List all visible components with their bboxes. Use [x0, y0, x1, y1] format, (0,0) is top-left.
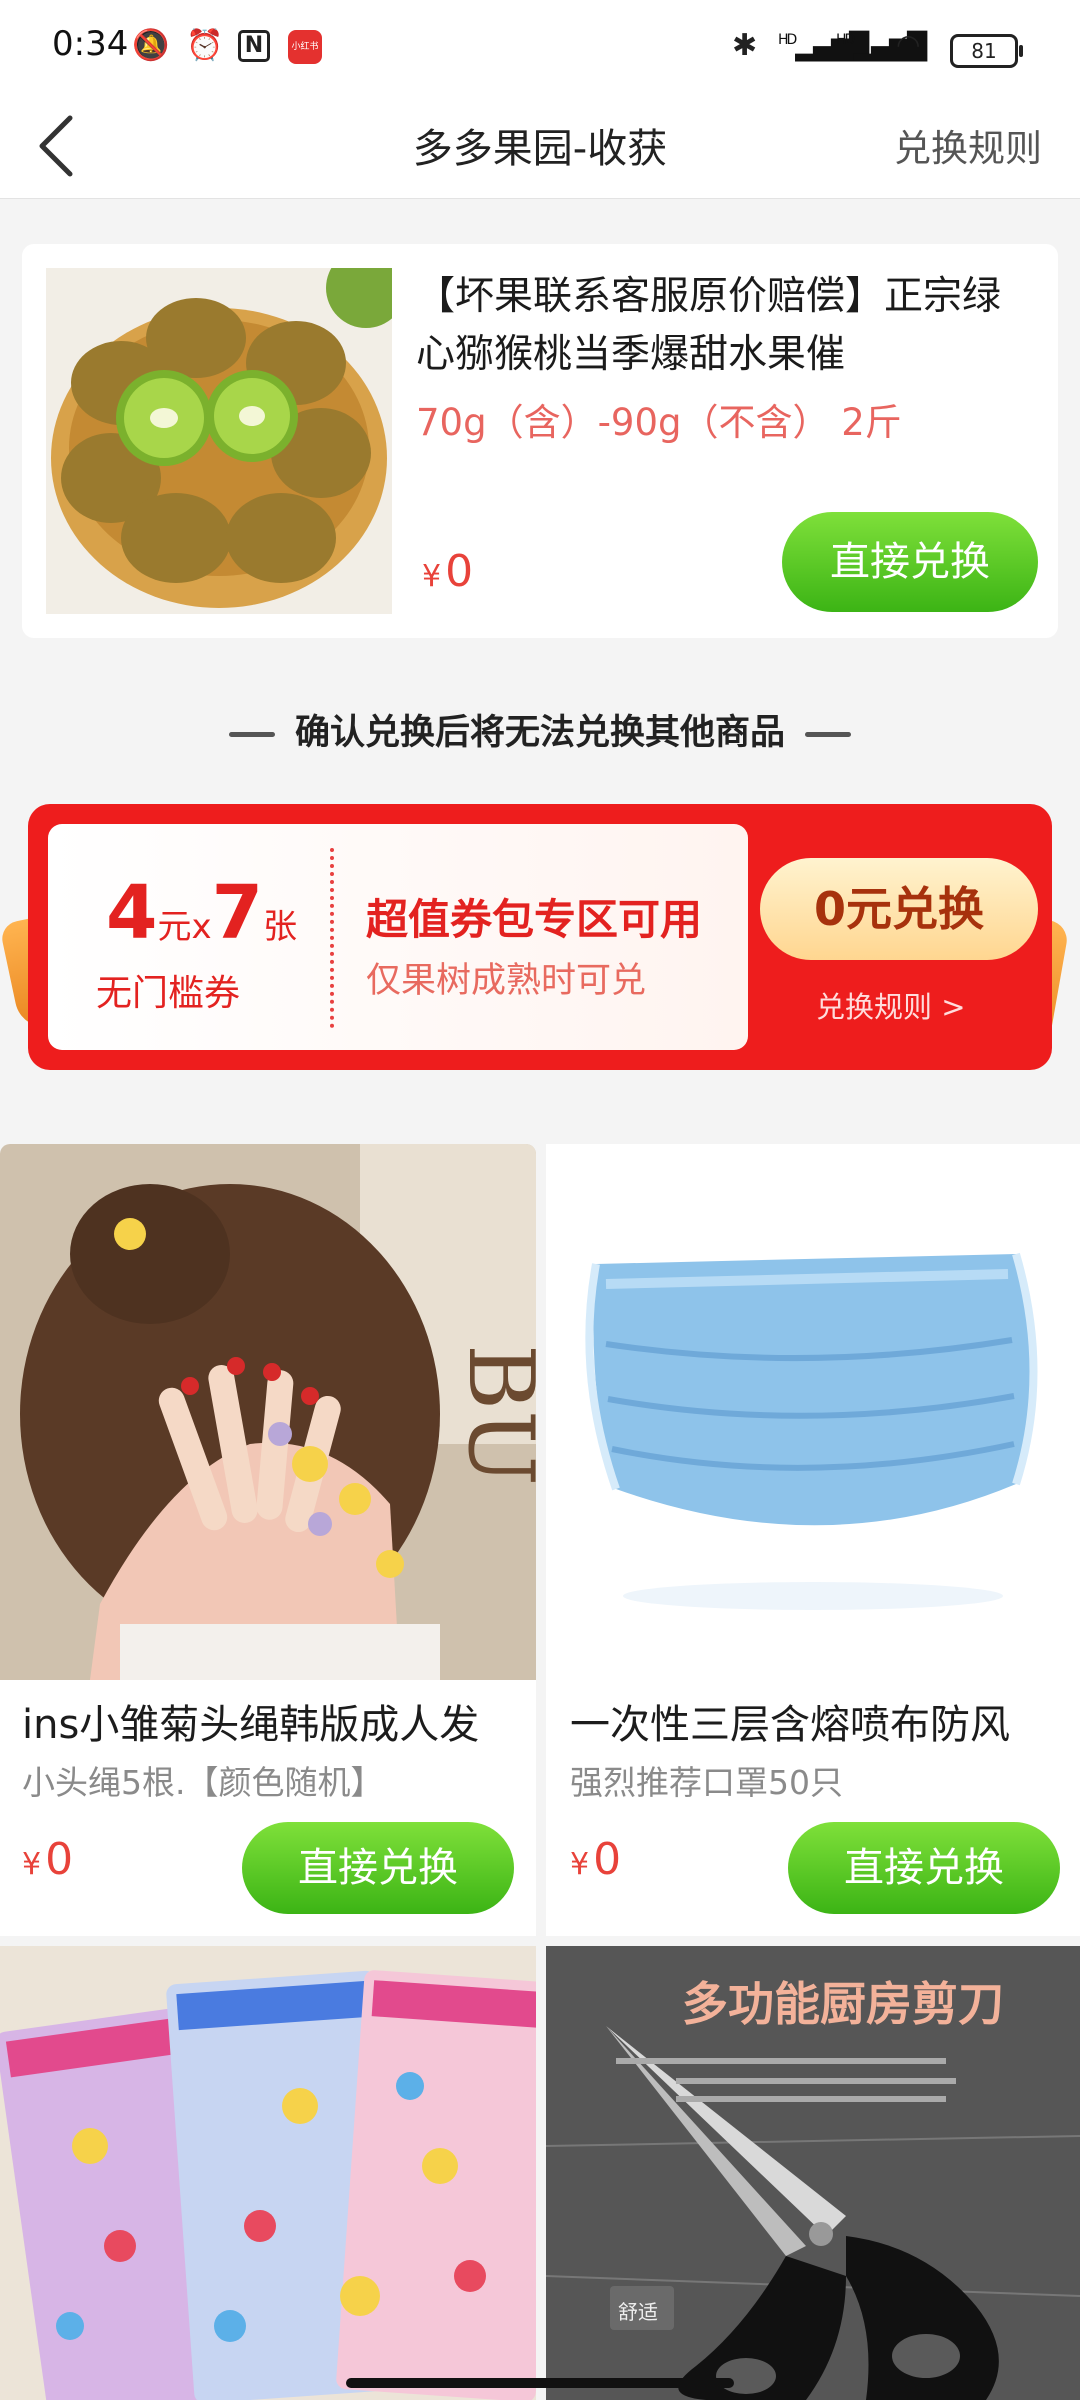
- status-bar: 0:34 🔕 ⏰ N 小红书 ✱ HD▂▄▆█ HD▂▄▆█ ◠ 81: [0, 0, 1080, 96]
- coupon-condition: 仅果树成熟时可兑: [366, 961, 647, 1001]
- mute-icon: 🔕: [132, 28, 170, 63]
- product-subtitle: 强烈推荐口罩50只: [570, 1763, 843, 1802]
- product-subtitle: 小头绳5根.【颜色随机】: [22, 1763, 384, 1802]
- coupon-divider: [330, 848, 334, 1028]
- product-price: ¥0: [22, 1834, 74, 1885]
- nav-bar: 多多果园-收获 兑换规则: [0, 96, 1080, 199]
- coupon-type: 无门槛券: [96, 973, 241, 1014]
- bluetooth-icon: ✱: [732, 28, 758, 63]
- coupon-exchange-button[interactable]: 0元兑换: [760, 858, 1038, 960]
- kiwi-product-image: [46, 248, 406, 614]
- coupon-headline: 超值券包专区可用: [366, 895, 703, 944]
- product-name: ins小雏菊头绳韩版成人发: [22, 1702, 480, 1748]
- scissors-brand-label: 舒适: [618, 2300, 658, 2324]
- hair-tie-product-image: BU: [0, 1144, 536, 1680]
- coupon-ticket: 4元x7张 无门槛券 超值券包专区可用 仅果树成熟时可兑: [48, 824, 748, 1050]
- coupon-banner[interactable]: 4元x7张 无门槛券 超值券包专区可用 仅果树成熟时可兑 0元兑换 兑换规则 >: [28, 804, 1052, 1070]
- xiaohongshu-app-icon: 小红书: [288, 30, 322, 64]
- alarm-icon: ⏰: [186, 28, 224, 63]
- product-card[interactable]: [0, 1946, 536, 2400]
- coupon-rules-link[interactable]: 兑换规则 >: [816, 984, 966, 1026]
- svg-text:BU: BU: [448, 1344, 536, 1486]
- status-time: 0:34: [52, 24, 129, 64]
- exchange-button[interactable]: 直接兑换: [788, 1822, 1060, 1914]
- product-card[interactable]: 一次性三层含熔喷布防风 强烈推荐口罩50只 ¥0 直接兑换: [546, 1144, 1080, 1936]
- featured-exchange-button[interactable]: 直接兑换: [782, 512, 1038, 612]
- product-price: ¥0: [570, 1834, 622, 1885]
- face-mask-product-image: [546, 1144, 1080, 1680]
- exchange-rules-link[interactable]: 兑换规则: [894, 118, 1042, 172]
- scissors-banner-title: 多功能厨房剪刀: [682, 1977, 1004, 2031]
- featured-product-price: ¥0: [422, 546, 474, 597]
- wifi-icon: ◠: [896, 28, 921, 61]
- featured-product-title: 【坏果联系客服原价赔偿】正宗绿心猕猴桃当季爆甜水果催: [416, 274, 1002, 377]
- featured-product-card[interactable]: 【坏果联系客服原价赔偿】正宗绿心猕猴桃当季爆甜水果催 70g（含）-90g（不含…: [22, 244, 1058, 638]
- featured-product-spec: 70g（含）-90g（不含） 2斤: [416, 401, 902, 444]
- product-name: 一次性三层含熔喷布防风: [570, 1702, 1010, 1748]
- nfc-icon: N: [238, 30, 270, 62]
- coupon-amount: 4元x7张: [106, 870, 298, 956]
- product-card[interactable]: BU ins小雏菊头绳韩版成人发 小头绳5根.【颜色随机】 ¥0 直接兑换: [0, 1144, 536, 1936]
- exchange-button[interactable]: 直接兑换: [242, 1822, 514, 1914]
- battery-indicator: 81: [950, 34, 1023, 68]
- product-card[interactable]: 多功能厨房剪刀 舒适: [546, 1946, 1080, 2400]
- sticker-product-image: [0, 1946, 536, 2400]
- home-indicator[interactable]: [346, 2378, 734, 2388]
- exchange-notice: 确认兑换后将无法兑换其他商品: [0, 704, 1080, 755]
